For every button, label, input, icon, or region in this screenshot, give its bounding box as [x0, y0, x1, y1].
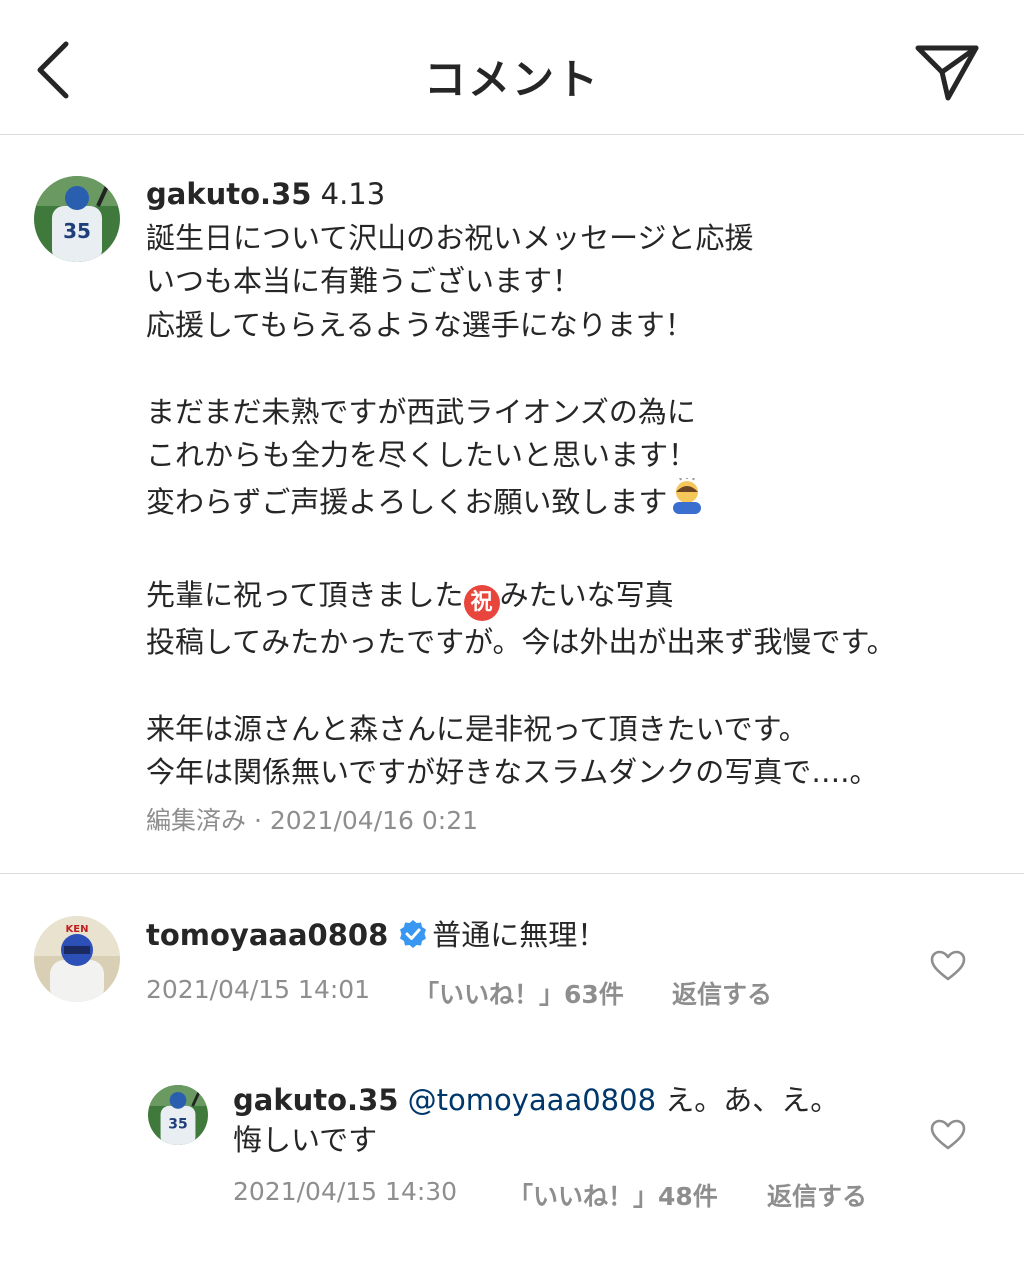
caption-line: これからも全力を尽くしたいと思います！: [146, 438, 698, 472]
mention-link[interactable]: @tomoyaaa0808: [408, 1083, 656, 1117]
reply-likes[interactable]: 「いいね！」48件: [508, 1177, 718, 1213]
caption-line: みたいな写真: [499, 577, 674, 612]
verified-badge-icon: [398, 918, 428, 948]
caption-line: 今年は関係無いですが好きなスラムダンクの写真で….。: [146, 755, 879, 789]
heart-outline-icon: [930, 1119, 966, 1150]
caption-line: 投稿してみたかったですが。今は外出が出来ず我慢です。: [146, 624, 896, 659]
svg-text:35: 35: [168, 1116, 187, 1132]
caption-line: まだまだ未熟ですが西武ライオンズの為に: [146, 394, 696, 429]
reply-text: gakuto.35 @tomoyaaa0808 え。あ、え。 悔しいです: [233, 1080, 839, 1160]
top-bar: コメント: [0, 0, 1024, 135]
reply-body: え。あ、え。: [665, 1083, 840, 1117]
avatar[interactable]: 35: [34, 176, 120, 262]
svg-text:35: 35: [63, 219, 91, 243]
caption-date-tag: 4.13: [320, 177, 386, 211]
comment-timestamp: 2021/04/15 14:01: [146, 975, 371, 1004]
avatar[interactable]: KEN: [34, 916, 120, 1002]
caption-username[interactable]: gakuto.35: [146, 177, 311, 211]
comment-username[interactable]: tomoyaaa0808: [146, 918, 388, 952]
reply-body: 悔しいです: [233, 1123, 378, 1157]
like-button[interactable]: [930, 1119, 966, 1151]
comment-likes[interactable]: 「いいね！」63件: [414, 975, 624, 1011]
caption-line: いつも本当に有難うございます！: [146, 264, 582, 298]
caption-line: 変わらずご声援よろしくお願い致します: [146, 484, 668, 519]
reply-button[interactable]: 返信する: [767, 1177, 867, 1213]
reply-button[interactable]: 返信する: [672, 975, 772, 1011]
reply-username[interactable]: gakuto.35: [233, 1083, 398, 1117]
svg-text:KEN: KEN: [66, 924, 89, 935]
caption-line: 誕生日について沢山のお祝いメッセージと応援: [146, 220, 754, 255]
comment-text: tomoyaaa0808 普通に無理！: [146, 914, 606, 958]
bowing-person-emoji: [667, 473, 707, 531]
caption-text: gakuto.35 4.13 誕生日について沢山のお祝いメッセージと応援 いつも…: [146, 173, 896, 795]
reply-timestamp: 2021/04/15 14:30: [233, 1177, 458, 1206]
paper-plane-icon: [915, 45, 979, 101]
caption-meta: 編集済み · 2021/04/16 0:21: [146, 806, 479, 835]
avatar[interactable]: 35: [148, 1085, 208, 1145]
share-button[interactable]: [912, 40, 982, 104]
iwai-emoji: 祝: [463, 584, 500, 621]
comment-body: 普通に無理！: [432, 918, 607, 952]
page-title: コメント: [423, 55, 600, 104]
caption-line: 応援してもらえるような選手になります！: [146, 307, 694, 342]
caption-line: 先輩に祝って頂きました: [146, 577, 464, 612]
like-button[interactable]: [930, 950, 966, 982]
heart-outline-icon: [930, 950, 966, 981]
caption-line: 来年は源さんと森さんに是非祝って頂きたいです。: [146, 711, 808, 746]
post-caption: 35 gakuto.35 4.13 誕生日について沢山のお祝いメッセージと応援 …: [0, 135, 1024, 874]
